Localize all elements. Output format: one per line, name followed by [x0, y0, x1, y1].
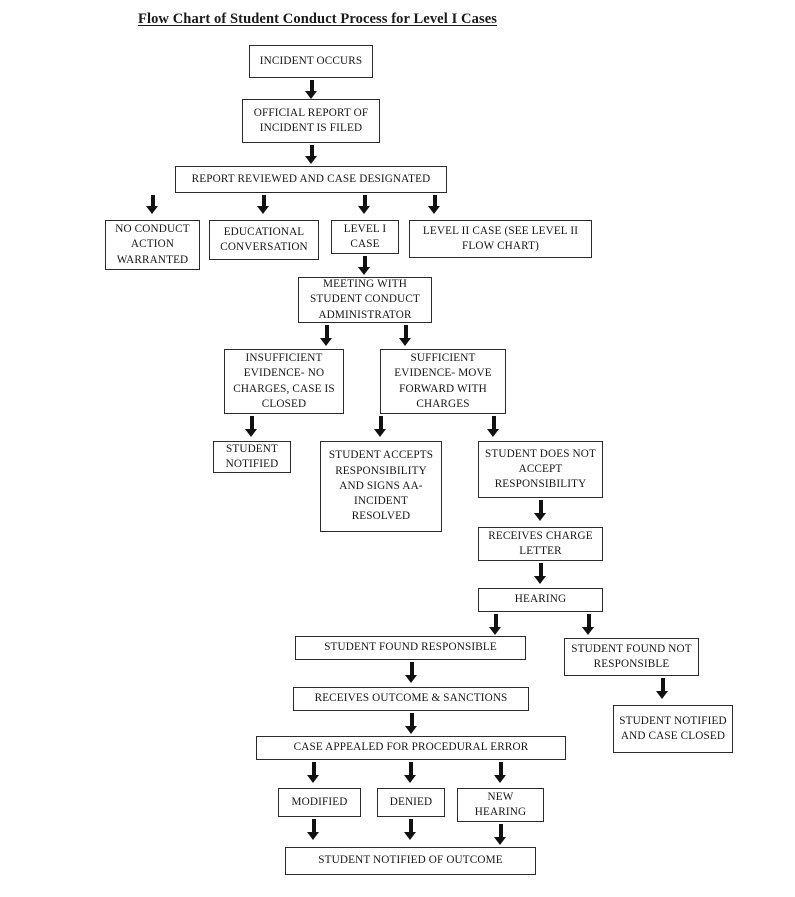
arrow-modified-to-notified — [307, 819, 320, 841]
node-report-reviewed-label: REPORT REVIEWED AND CASE DESIGNATED — [191, 172, 431, 185]
node-no-conduct-action-label: NO CONDUCT ACTION WARRANTED — [115, 223, 190, 266]
node-student-notified-case-closed-label: STUDENT NOTIFIED AND CASE CLOSED — [619, 714, 727, 742]
node-student-notified-case-closed[interactable]: STUDENT NOTIFIED AND CASE CLOSED — [613, 705, 733, 753]
flowchart-canvas: Flow Chart of Student Conduct Process fo… — [0, 0, 795, 897]
arrow-sufficient-to-student-does-not-accept — [487, 416, 500, 438]
arrow-new-hearing-to-notified — [494, 824, 507, 846]
arrow-appealed-to-denied — [404, 762, 417, 784]
node-student-notified-of-outcome[interactable]: STUDENT NOTIFIED OF OUTCOME — [285, 847, 536, 875]
node-hearing[interactable]: HEARING — [478, 588, 603, 612]
node-sufficient-evidence-label: SUFFICIENT EVIDENCE- MOVE FORWARD WITH C… — [394, 352, 492, 410]
node-level-i-case[interactable]: LEVEL I CASE — [331, 220, 399, 254]
node-receives-charge-letter[interactable]: RECEIVES CHARGE LETTER — [478, 527, 603, 561]
node-denied[interactable]: DENIED — [377, 788, 445, 817]
node-educational-conversation-label: EDUCATIONAL CONVERSATION — [220, 225, 308, 253]
node-student-found-not-responsible-label: STUDENT FOUND NOT RESPONSIBLE — [571, 642, 692, 670]
arrow-appealed-to-modified — [307, 762, 320, 784]
arrow-incident-to-report — [305, 80, 318, 99]
arrow-level-i-to-meeting — [358, 256, 371, 275]
node-official-report[interactable]: OFFICIAL REPORT OF INCIDENT IS FILED — [242, 99, 380, 143]
arrow-reviewed-to-level-ii — [428, 195, 441, 214]
node-no-conduct-action[interactable]: NO CONDUCT ACTION WARRANTED — [105, 220, 200, 270]
arrow-meeting-to-sufficient — [399, 325, 412, 347]
node-level-i-case-label: LEVEL I CASE — [343, 222, 387, 250]
node-student-does-not-accept[interactable]: STUDENT DOES NOT ACCEPT RESPONSIBILITY — [478, 441, 603, 498]
node-insufficient-evidence[interactable]: INSUFFICIENT EVIDENCE- NO CHARGES, CASE … — [224, 349, 344, 414]
arrow-denied-to-notified — [404, 819, 417, 841]
arrow-appealed-to-new-hearing — [494, 762, 507, 784]
arrow-sufficient-to-student-accepts — [374, 416, 387, 438]
node-student-notified-label: STUDENT NOTIFIED — [225, 442, 279, 470]
node-receives-charge-letter-label: RECEIVES CHARGE LETTER — [488, 529, 593, 557]
arrow-found-responsible-to-outcome — [405, 662, 418, 684]
arrow-not-responsible-to-closed — [656, 678, 669, 700]
node-student-found-responsible[interactable]: STUDENT FOUND RESPONSIBLE — [295, 636, 526, 660]
node-level-ii-case-label: LEVEL II CASE (SEE LEVEL II FLOW CHART) — [422, 224, 579, 252]
node-educational-conversation[interactable]: EDUCATIONAL CONVERSATION — [209, 220, 319, 260]
arrow-outcome-to-appealed — [405, 713, 418, 735]
node-case-appealed[interactable]: CASE APPEALED FOR PROCEDURAL ERROR — [256, 736, 566, 760]
arrow-meeting-to-insufficient — [320, 325, 333, 347]
node-insufficient-evidence-label: INSUFFICIENT EVIDENCE- NO CHARGES, CASE … — [233, 352, 335, 410]
arrow-reviewed-to-educational — [257, 195, 270, 214]
page-title: Flow Chart of Student Conduct Process fo… — [138, 11, 497, 27]
node-incident-occurs[interactable]: INCIDENT OCCURS — [249, 45, 373, 78]
node-official-report-label: OFFICIAL REPORT OF INCIDENT IS FILED — [253, 106, 369, 134]
arrow-reviewed-to-no-conduct — [146, 195, 159, 214]
node-new-hearing[interactable]: NEW HEARING — [457, 788, 544, 822]
node-case-appealed-label: CASE APPEALED FOR PROCEDURAL ERROR — [293, 741, 529, 754]
arrow-does-not-accept-to-charge-letter — [534, 500, 547, 522]
node-student-accepts-responsibility-label: STUDENT ACCEPTS RESPONSIBILITY AND SIGNS… — [328, 449, 434, 523]
node-level-ii-case[interactable]: LEVEL II CASE (SEE LEVEL II FLOW CHART) — [409, 220, 592, 258]
node-student-notified-of-outcome-label: STUDENT NOTIFIED OF OUTCOME — [318, 854, 503, 867]
arrow-reviewed-to-level-i — [358, 195, 371, 214]
node-student-notified[interactable]: STUDENT NOTIFIED — [213, 441, 291, 473]
arrow-hearing-to-found-not-responsible — [582, 614, 595, 636]
node-receives-outcome-sanctions[interactable]: RECEIVES OUTCOME & SANCTIONS — [293, 687, 529, 711]
node-meeting-with-administrator-label: MEETING WITH STUDENT CONDUCT ADMINISTRAT… — [310, 278, 420, 321]
node-receives-outcome-sanctions-label: RECEIVES OUTCOME & SANCTIONS — [314, 692, 508, 705]
node-student-accepts-responsibility[interactable]: STUDENT ACCEPTS RESPONSIBILITY AND SIGNS… — [320, 441, 442, 532]
arrow-report-to-reviewed — [305, 145, 318, 164]
node-sufficient-evidence[interactable]: SUFFICIENT EVIDENCE- MOVE FORWARD WITH C… — [380, 349, 506, 414]
node-new-hearing-label: NEW HEARING — [474, 790, 527, 818]
arrow-hearing-to-found-responsible — [489, 614, 502, 636]
node-student-found-responsible-label: STUDENT FOUND RESPONSIBLE — [324, 641, 497, 654]
node-modified[interactable]: MODIFIED — [278, 788, 361, 817]
arrow-insufficient-to-student-notified — [245, 416, 258, 438]
node-student-does-not-accept-label: STUDENT DOES NOT ACCEPT RESPONSIBILITY — [485, 447, 596, 491]
node-modified-label: MODIFIED — [291, 795, 348, 808]
node-denied-label: DENIED — [389, 795, 433, 808]
node-student-found-not-responsible[interactable]: STUDENT FOUND NOT RESPONSIBLE — [564, 638, 699, 676]
arrow-charge-letter-to-hearing — [534, 563, 547, 585]
node-incident-occurs-label: INCIDENT OCCURS — [259, 54, 363, 67]
node-report-reviewed[interactable]: REPORT REVIEWED AND CASE DESIGNATED — [175, 166, 447, 193]
node-hearing-label: HEARING — [514, 593, 567, 606]
node-meeting-with-administrator[interactable]: MEETING WITH STUDENT CONDUCT ADMINISTRAT… — [298, 277, 432, 323]
